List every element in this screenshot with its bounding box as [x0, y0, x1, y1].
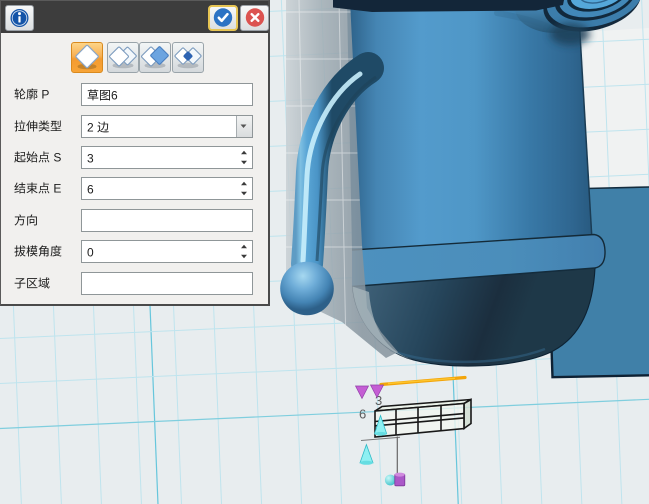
svg-text:3: 3 [87, 152, 94, 166]
svg-text:6: 6 [111, 89, 118, 103]
svg-text:2: 2 [87, 121, 94, 135]
svg-text:0: 0 [87, 246, 94, 260]
svg-text:P: P [41, 88, 49, 102]
svg-text:6: 6 [87, 183, 94, 197]
svg-text:S: S [53, 151, 61, 165]
svg-text:E: E [53, 182, 61, 196]
svg-text:6: 6 [359, 407, 366, 422]
